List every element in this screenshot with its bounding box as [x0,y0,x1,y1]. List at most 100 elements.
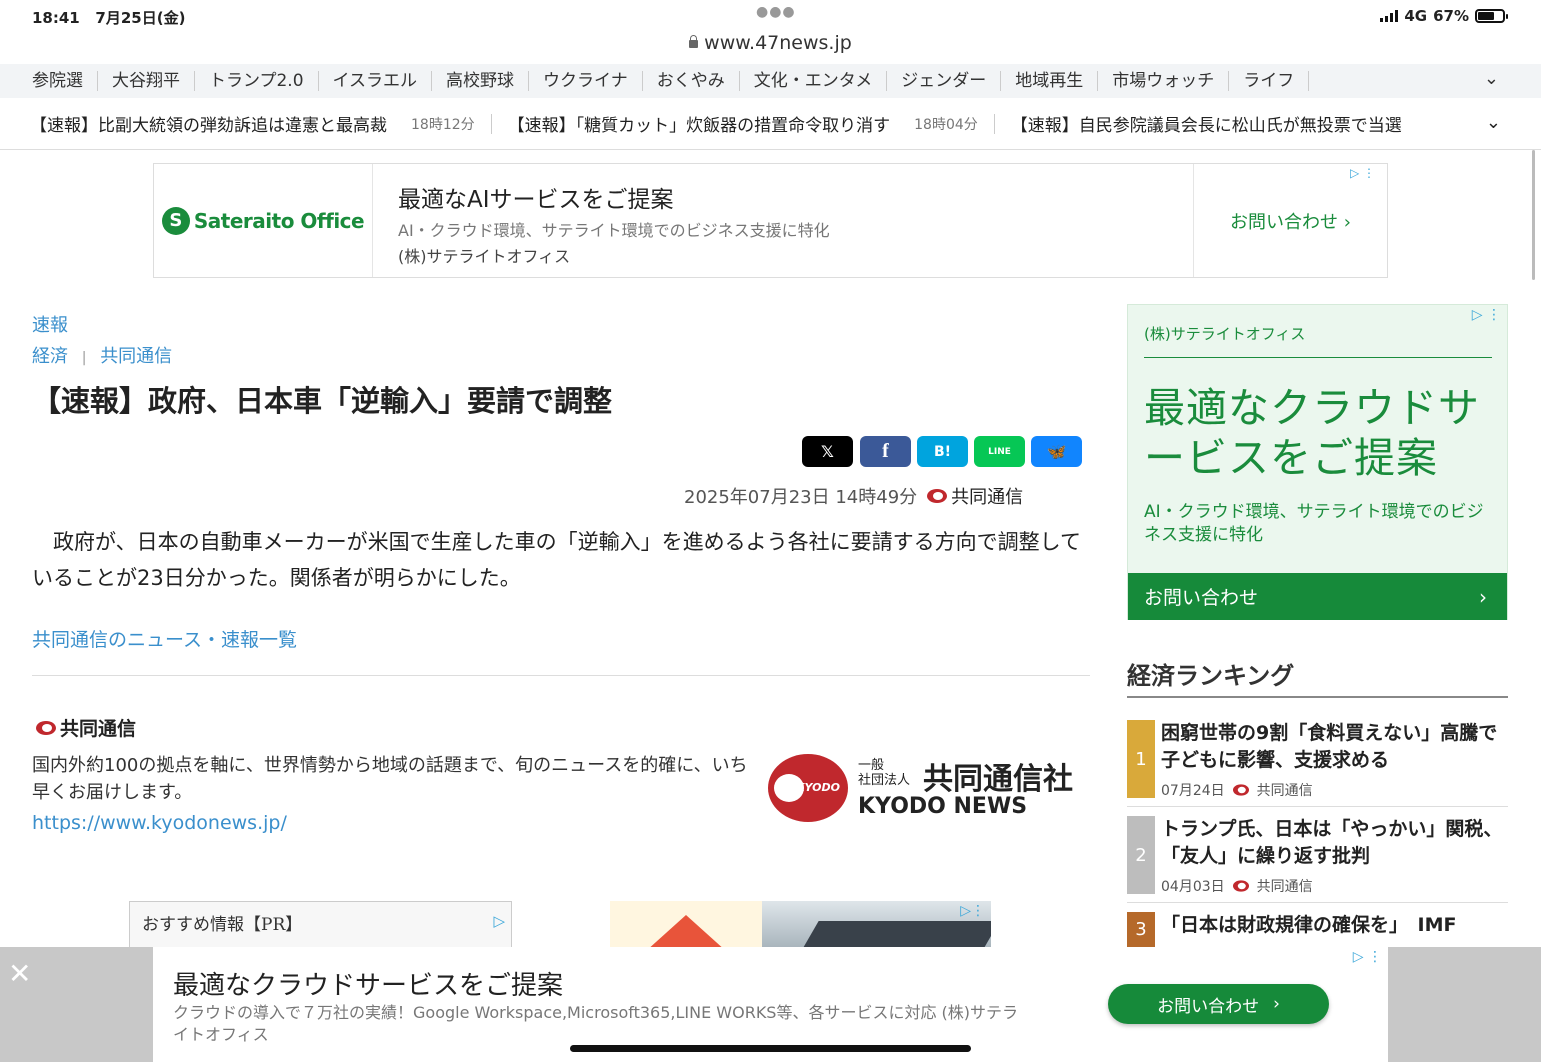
sidebar-ad-cta-button[interactable]: お問い合わせ › [1128,573,1507,620]
sticky-ad-title: 最適なクラウドサービスをご提案 [173,971,564,1001]
article-title: 【速報】政府、日本車「逆輸入」要請で調整 [32,384,613,418]
nav-category-item[interactable]: イスラエル [319,71,433,91]
advertiser-logo: S Sateraito Office [154,164,373,277]
ad-cta-button[interactable]: お問い合わせ › [1193,164,1387,277]
article-label[interactable]: 速報 [32,311,68,337]
ranking-item-title: 困窮世帯の9割「食料買えない」高騰で子どもに影響、支援求める [1161,722,1498,771]
ticker-item[interactable]: 【速報】「糖質カット」炊飯器の措置命令取り消す 18時04分 [508,111,978,136]
ranking-item[interactable]: 2 トランプ氏、日本は「やっかい」関税、「友人」に繰り返す批判 04月03日 共同… [1127,816,1508,903]
ranking-item-title: トランプ氏、日本は「やっかい」関税、「友人」に繰り返す批判 [1161,818,1503,867]
kyodo-logo-icon [36,720,56,735]
source-description: 国内外約100の拠点を軸に、世界情勢から地域の話題まで、旬のニュースを的確に、い… [32,755,748,803]
image-ad[interactable]: ▷⋮ [610,901,991,947]
ticker-divider [993,113,995,134]
source-url-link[interactable]: https://www.kyodonews.jp/ [32,812,287,834]
ranking-item[interactable]: 1 困窮世帯の9割「食料買えない」高騰で子どもに影響、支援求める 07月24日共… [1127,720,1508,807]
ranking-item-meta: 04月03日 共同通信 [1161,879,1313,895]
ranking-item-meta: 07月24日 共同通信 [1161,783,1313,799]
kyodo-logo-icon [927,489,948,503]
rank-number: 1 [1127,720,1155,798]
battery-icon [1475,9,1508,23]
nav-category-item[interactable]: 参院選 [18,71,98,91]
adchoices-icon[interactable]: ▷ ⋮ [1472,307,1501,323]
sidebar-ad-rule [1144,357,1492,358]
article-source[interactable]: 共同通信 [927,483,1023,509]
home-indicator[interactable] [570,1045,971,1052]
ad-title: 最適なAIサービスをご提案 [398,187,674,213]
page-scrollbar[interactable] [1532,150,1535,280]
share-facebook-button[interactable]: f [860,436,911,467]
chevron-right-icon: › [1479,585,1487,609]
ranking-item[interactable]: 3 「日本は財政規律の確保を」 IMF [1127,912,1508,947]
breaking-ticker: 【速報】比副大統領の弾劾訴追は違憲と最高裁 18時12分 【速報】「糖質カット」炊… [0,98,1541,150]
status-time: 18:41 7月25日(金) [32,9,186,27]
recommend-box[interactable]: おすすめ情報【PR】 ▷ [129,901,512,947]
section-divider [32,675,1090,676]
network-label: 4G [1404,7,1428,25]
ranking-title: 経済ランキング [1127,662,1295,690]
kyodo-logo-icon [1232,880,1249,892]
kyodo-logo-icon [1232,784,1249,796]
ticker-item[interactable]: 【速報】比副大統領の弾劾訴追は違憲と最高裁 18時12分 [30,111,475,136]
adchoices-icon[interactable]: ▷ [493,912,505,930]
article-body: 政府が、日本の自動車メーカーが米国で生産した車の「逆輸入」を進めるよう各社に要請… [32,530,1081,590]
status-bar: 18:41 7月25日(金) ●●● 4G 67% [0,0,1541,32]
share-bluesky-button[interactable]: 🦋 [1031,436,1082,467]
chevron-down-icon[interactable]: ⌄ [1484,68,1499,89]
nav-category-item[interactable]: 市場ウォッチ [1098,71,1230,91]
breadcrumb-category[interactable]: 経済 [32,346,68,367]
kyodo-news-logo[interactable]: KYODO 一般 社団法人 共同通信社 KYODO NEWS [768,752,1088,824]
top-banner-ad[interactable]: S Sateraito Office 最適なAIサービスをご提案 AI・クラウド… [153,163,1388,278]
source-name: 共同通信 [36,714,136,741]
ad-description: AI・クラウド環境、サテライト環境でのビジネス支援に特化 [398,221,830,240]
share-hatena-button[interactable]: B! [917,436,968,467]
battery-label: 67% [1433,7,1469,25]
nav-category-item[interactable]: おくやみ [643,71,740,91]
chevron-right-icon: › [1273,994,1280,1014]
nav-category-item[interactable]: ジェンダー [887,71,1002,91]
nav-category-item[interactable]: トランプ2.0 [195,71,319,91]
sidebar-ad[interactable]: ▷ ⋮ (株)サテライトオフィス 最適なクラウドサービスをご提案 AI・クラウド… [1127,304,1508,620]
lock-icon [689,35,699,48]
logo-name-en: KYODO NEWS [858,794,1028,819]
sticky-ad-description: クラウドの導入で７万社の実績！Google Workspace,Microsof… [173,1003,1019,1044]
nav-category-item[interactable]: 地域再生 [1001,71,1099,91]
ad-photo-roof [801,921,991,947]
breadcrumb-separator: | [81,350,87,366]
chevron-down-icon[interactable]: ⌄ [1486,112,1501,133]
close-icon[interactable]: ✕ [8,957,31,990]
signal-icon [1380,10,1399,22]
status-indicators: 4G 67% [1380,7,1508,25]
sidebar-ad-advertiser: (株)サテライトオフィス [1144,325,1306,343]
rank-number: 3 [1127,912,1155,947]
breadcrumb-source[interactable]: 共同通信 [100,346,172,367]
ticker-divider [490,113,492,134]
adchoices-icon[interactable]: ▷ ⋮ [1353,949,1382,965]
share-x-button[interactable]: 𝕏 [802,436,853,467]
share-line-button[interactable]: LINE [974,436,1025,467]
source-news-list-link[interactable]: 共同通信のニュース・速報一覧 [32,625,297,652]
nav-category-item[interactable]: ライフ [1229,71,1310,91]
ranking-rule [1127,696,1508,698]
nav-category-item[interactable]: 高校野球 [432,71,530,91]
logo-name-jp: 共同通信社 [923,762,1073,797]
sticky-ad-cta-button[interactable]: お問い合わせ › [1108,984,1329,1024]
multitask-dots-icon[interactable]: ●●● [756,4,796,20]
address-bar[interactable]: www.47news.jp [0,30,1541,66]
ticker-item[interactable]: 【速報】自民参院議員会長に松山氏が無投票で当選 [1011,111,1402,136]
sidebar-ad-headline: 最適なクラウドサービスをご提案 [1144,384,1480,482]
breadcrumb: 経済 | 共同通信 [32,342,172,368]
recommend-label: おすすめ情報【PR】 [142,915,303,935]
sidebar-ad-subtext: AI・クラウド環境、サテライト環境でのビジネス支援に特化 [1144,502,1484,545]
nav-category-item[interactable]: 文化・エンタメ [740,71,888,91]
article-dateline: 2025年07月23日 14時49分 共同通信 [684,483,1023,509]
article-datetime: 2025年07月23日 14時49分 [684,487,918,508]
kyodo-mark-icon: KYODO [768,754,848,822]
adchoices-icon[interactable]: ▷⋮ [960,903,985,919]
house-illustration [646,915,726,947]
logo-org-type: 一般 社団法人 [858,758,911,788]
nav-category-item[interactable]: ウクライナ [529,71,643,91]
adchoices-icon[interactable]: ▷ ⋮ [1350,166,1375,180]
category-nav: 参院選 大谷翔平 トランプ2.0 イスラエル 高校野球 ウクライナ おくやみ 文化・エンタメジ… [0,64,1541,98]
nav-category-item[interactable]: 大谷翔平 [98,71,195,91]
